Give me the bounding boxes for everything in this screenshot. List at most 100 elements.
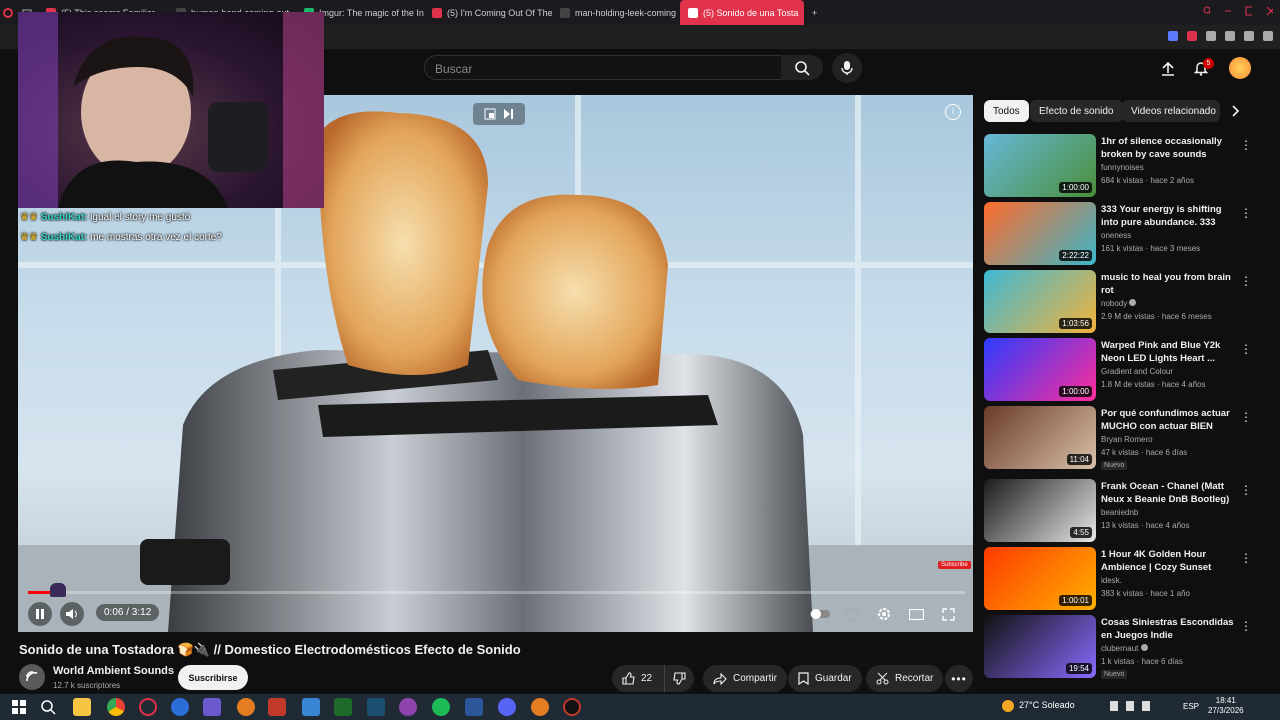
app-icon[interactable]: [237, 698, 255, 716]
opera-logo-icon[interactable]: [0, 0, 16, 25]
share-button[interactable]: Compartir: [703, 665, 787, 692]
recommendation-title[interactable]: 1 Hour 4K Golden Hour Ambience | Cozy Su…: [1101, 548, 1236, 575]
recommendation-channel[interactable]: beaniednb: [1101, 508, 1138, 517]
minimize-icon[interactable]: [1224, 6, 1231, 16]
language-indicator[interactable]: ESP: [1183, 702, 1199, 711]
recommendation-item[interactable]: 4:55 Frank Ocean - Chanel (Matt Neux x Be…: [984, 479, 1252, 543]
recommendation-channel[interactable]: nobody: [1101, 299, 1137, 308]
browser-tab[interactable]: (5) I'm Coming Out Of The: [424, 0, 552, 25]
taskbar-search-icon[interactable]: [40, 699, 56, 715]
chips-next-button[interactable]: [1228, 104, 1242, 118]
opera-icon[interactable]: [139, 698, 157, 716]
windows-start-icon[interactable]: [12, 700, 26, 714]
profile-icon[interactable]: [1244, 31, 1254, 41]
scrubber-thumb-icon[interactable]: [50, 583, 66, 597]
recommendation-title[interactable]: 333 Your energy is shifting into pure ab…: [1101, 203, 1236, 229]
more-options-icon[interactable]: ⋮: [1240, 410, 1252, 424]
recommendation-title[interactable]: Por qué confundimos actuar MUCHO con act…: [1101, 407, 1236, 433]
maximize-icon[interactable]: [1245, 6, 1252, 16]
browser-tab[interactable]: man-holding-leek-coming: [552, 0, 680, 25]
photos-icon[interactable]: [302, 698, 320, 716]
settings-button[interactable]: [872, 602, 896, 626]
recommendation-channel[interactable]: idesk.: [1101, 576, 1122, 585]
video-thumbnail[interactable]: 1:03:56: [984, 270, 1096, 333]
volume-button[interactable]: [60, 602, 84, 626]
recommendation-channel[interactable]: Bryan Romero: [1101, 435, 1153, 444]
subscribe-button[interactable]: Suscribirse: [178, 665, 248, 690]
more-options-icon[interactable]: ⋮: [1240, 483, 1252, 497]
extension-icon[interactable]: [1168, 31, 1178, 41]
channel-avatar[interactable]: [19, 664, 45, 690]
app-icon[interactable]: [531, 698, 549, 716]
miniplayer-icon[interactable]: [484, 108, 496, 120]
recommendation-channel[interactable]: clubernaut: [1101, 644, 1148, 653]
weather-widget[interactable]: 27°C Soleado: [1002, 700, 1075, 712]
video-thumbnail[interactable]: 19:54: [984, 615, 1096, 678]
app-icon[interactable]: [203, 698, 221, 716]
more-options-icon[interactable]: ⋮: [1240, 619, 1252, 633]
more-actions-button[interactable]: •••: [945, 665, 973, 692]
pause-button[interactable]: [28, 602, 52, 626]
chip-sound-effect[interactable]: Efecto de sonido: [1030, 100, 1123, 122]
extension-icon[interactable]: [1187, 31, 1197, 41]
recommendation-title[interactable]: Cosas Siniestras Escondidas en Juegos In…: [1101, 616, 1236, 642]
next-icon[interactable]: [502, 108, 514, 120]
network-icon[interactable]: [1126, 701, 1134, 711]
more-options-icon[interactable]: ⋮: [1240, 274, 1252, 288]
word-icon[interactable]: [465, 698, 483, 716]
clock[interactable]: 18:41 27/3/2026: [1208, 696, 1244, 716]
edge-icon[interactable]: [171, 698, 189, 716]
avatar[interactable]: [1229, 57, 1251, 79]
obs-icon[interactable]: [563, 698, 581, 716]
spotify-icon[interactable]: [432, 698, 450, 716]
extension-icon[interactable]: [1206, 31, 1216, 41]
new-tab-button[interactable]: +: [804, 0, 824, 25]
chrome-icon[interactable]: [107, 698, 125, 716]
chip-related[interactable]: Videos relacionado: [1122, 100, 1220, 122]
autoplay-toggle[interactable]: [808, 602, 832, 626]
volume-tray-icon[interactable]: [1142, 701, 1150, 711]
app-icon[interactable]: [399, 698, 417, 716]
recommendation-item[interactable]: 11:04 Por qué confundimos actuar MUCHO co…: [984, 406, 1252, 470]
more-options-icon[interactable]: ⋮: [1240, 342, 1252, 356]
discord-icon[interactable]: [498, 698, 516, 716]
recommendation-item[interactable]: 1:00:00 Warped Pink and Blue Y2k Neon LED…: [984, 338, 1252, 402]
file-explorer-icon[interactable]: [73, 698, 91, 716]
search-tabs-icon[interactable]: [1203, 6, 1210, 16]
close-icon[interactable]: [1266, 6, 1273, 16]
mic-tray-icon[interactable]: [1110, 701, 1118, 711]
video-thumbnail[interactable]: 1:00:00: [984, 134, 1096, 197]
recommendation-title[interactable]: 1hr of silence occasionally broken by ca…: [1101, 135, 1236, 161]
create-button[interactable]: [1157, 57, 1179, 79]
recommendation-item[interactable]: 1:00:00 1hr of silence occasionally broke…: [984, 134, 1252, 198]
video-thumbnail[interactable]: 1:00:00: [984, 338, 1096, 401]
recommendation-channel[interactable]: oneness: [1101, 231, 1131, 240]
search-input[interactable]: Buscar: [424, 55, 782, 80]
more-options-icon[interactable]: ⋮: [1240, 138, 1252, 152]
video-thumbnail[interactable]: 4:55: [984, 479, 1096, 542]
recommendation-item[interactable]: 19:54 Cosas Siniestras Escondidas en Jueg…: [984, 615, 1252, 679]
search-button[interactable]: [781, 55, 823, 80]
video-thumbnail[interactable]: 11:04: [984, 406, 1096, 469]
recommendation-item[interactable]: 1:00:01 1 Hour 4K Golden Hour Ambience | …: [984, 547, 1252, 611]
recommendation-channel[interactable]: funnynoises: [1101, 163, 1144, 172]
like-button[interactable]: 22: [612, 665, 664, 692]
more-options-icon[interactable]: ⋮: [1240, 206, 1252, 220]
dislike-button[interactable]: [664, 665, 694, 692]
save-button[interactable]: Guardar: [788, 665, 862, 692]
fullscreen-button[interactable]: [936, 602, 960, 626]
theater-button[interactable]: [904, 602, 928, 626]
visio-icon[interactable]: [367, 698, 385, 716]
more-options-icon[interactable]: ⋮: [1240, 551, 1252, 565]
recommendation-item[interactable]: 1:03:56 music to heal you from brain rot n…: [984, 270, 1252, 334]
video-thumbnail[interactable]: 2:22:22: [984, 202, 1096, 265]
browser-tab-active[interactable]: (5) Sonido de una Tosta: [680, 0, 804, 25]
video-editor-icon[interactable]: [268, 698, 286, 716]
info-icon[interactable]: i: [945, 104, 961, 120]
recommendation-title[interactable]: Frank Ocean - Chanel (Matt Neux x Beanie…: [1101, 480, 1236, 507]
recommendation-title[interactable]: music to heal you from brain rot: [1101, 271, 1236, 297]
recommendation-item[interactable]: 2:22:22 333 Your energy is shifting into …: [984, 202, 1252, 266]
extension-icon[interactable]: [1225, 31, 1235, 41]
channel-name[interactable]: World Ambient Sounds: [53, 665, 174, 677]
voice-search-button[interactable]: [832, 53, 862, 83]
